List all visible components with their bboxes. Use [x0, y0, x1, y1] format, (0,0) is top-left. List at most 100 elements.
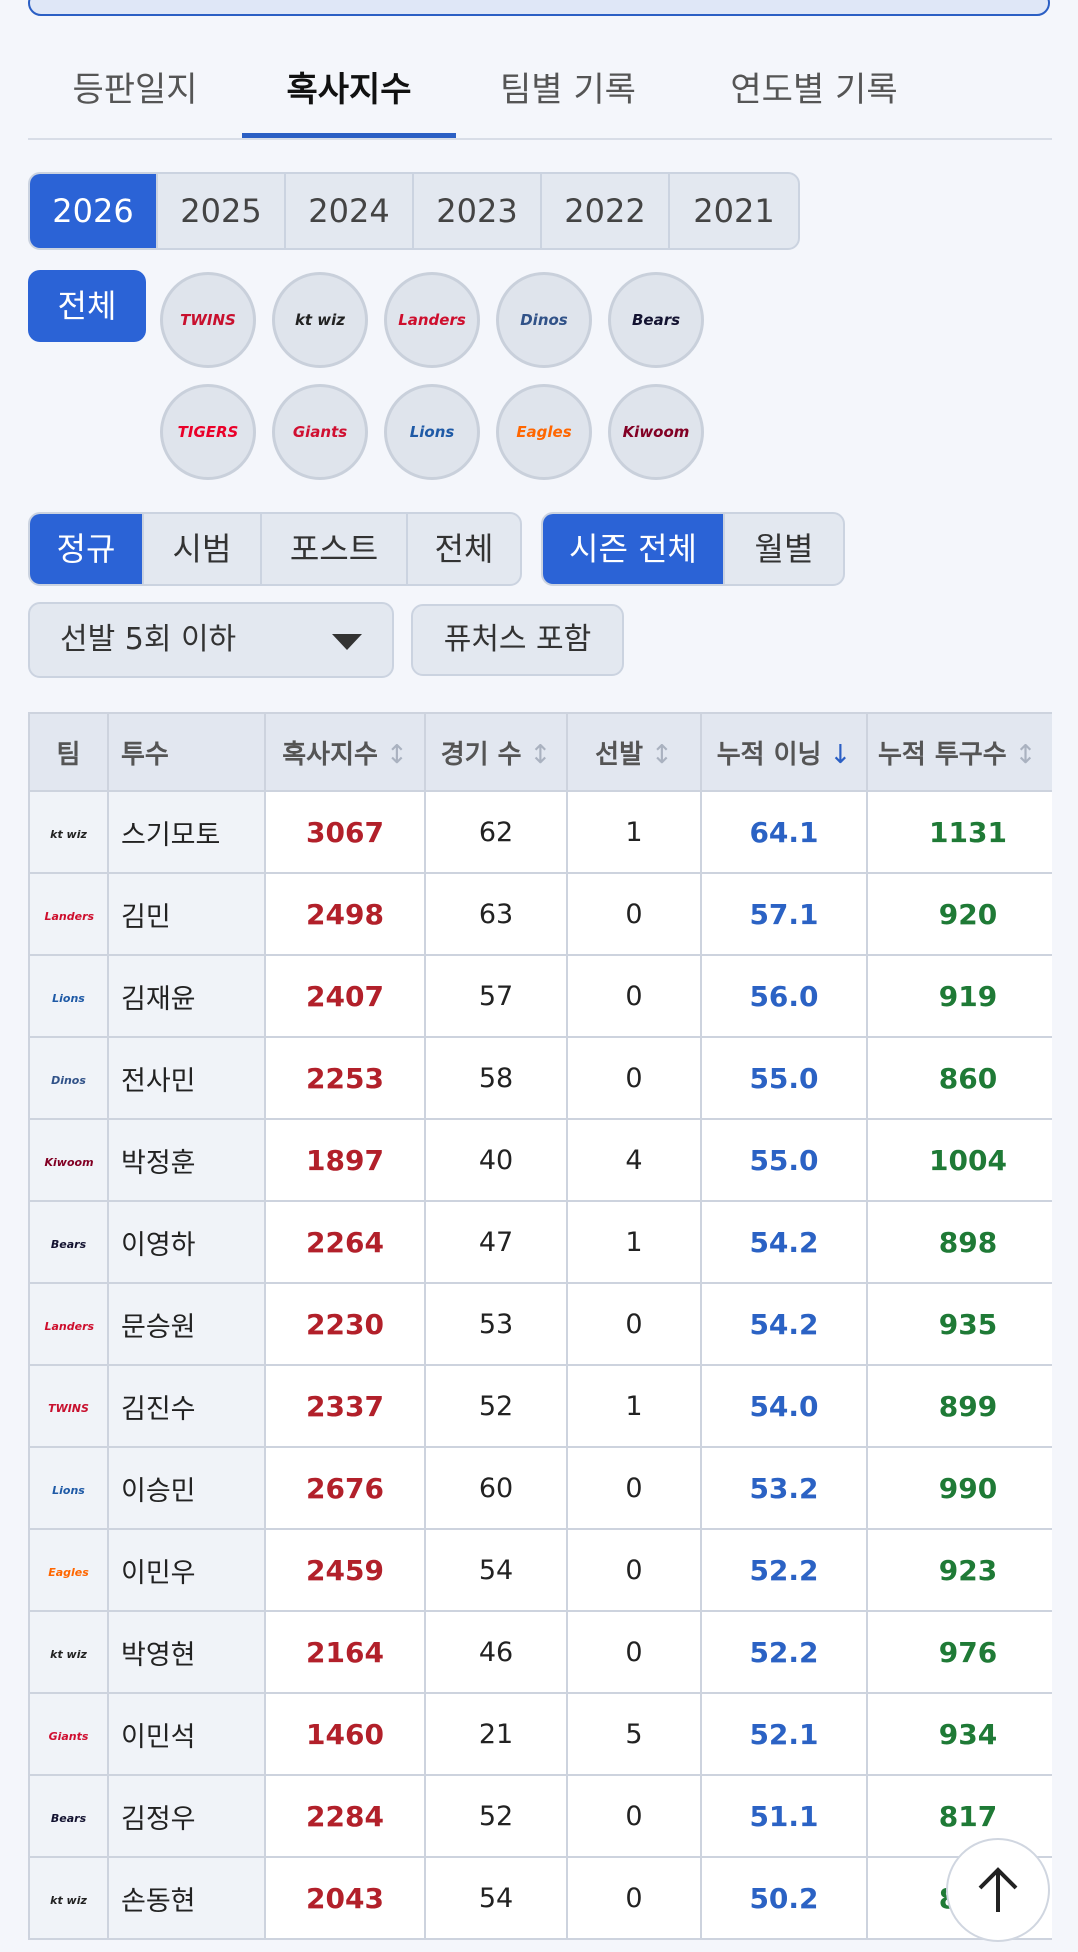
- table-row[interactable]: kt wiz 박영현 2164 46 0 52.2 976: [28, 1610, 1052, 1694]
- twins-logo-icon[interactable]: TWINS: [160, 272, 256, 368]
- year-2021[interactable]: 2021: [670, 174, 798, 248]
- table-row[interactable]: Bears 이영하 2264 47 1 54.2 898: [28, 1200, 1052, 1284]
- cumulative-innings: 54.2: [700, 1200, 868, 1284]
- team-cell: Giants: [28, 1692, 109, 1776]
- team-cell: Bears: [28, 1774, 109, 1858]
- pitcher-name[interactable]: 이승민: [107, 1446, 266, 1530]
- dinos-logo-icon[interactable]: Dinos: [496, 272, 592, 368]
- table-row[interactable]: Landers 문승원 2230 53 0 54.2 935: [28, 1282, 1052, 1366]
- lions-logo-icon[interactable]: Lions: [384, 384, 480, 480]
- sort-icon: ↕: [385, 739, 408, 770]
- kiwoom-logo-icon[interactable]: Kiwoom: [608, 384, 704, 480]
- starts-count: 0: [566, 1282, 702, 1366]
- starts-count: 4: [566, 1118, 702, 1202]
- pitcher-name[interactable]: 김정우: [107, 1774, 266, 1858]
- game-type-exhibition[interactable]: 시범: [144, 514, 262, 584]
- games-count: 62: [424, 790, 568, 874]
- futures-toggle-button[interactable]: 퓨처스 포함: [411, 604, 624, 676]
- team-logo-icon: Eagles: [48, 1565, 89, 1579]
- starts-count: 0: [566, 1856, 702, 1940]
- pitcher-name[interactable]: 이민우: [107, 1528, 266, 1612]
- tigers-logo-icon[interactable]: TIGERS: [160, 384, 256, 480]
- year-2023[interactable]: 2023: [414, 174, 542, 248]
- header-team: 팀: [28, 712, 109, 792]
- cumulative-innings: 53.2: [700, 1446, 868, 1530]
- pitcher-name[interactable]: 이영하: [107, 1200, 266, 1284]
- table-row[interactable]: Bears 김정우 2284 52 0 51.1 817: [28, 1774, 1052, 1858]
- header-starts[interactable]: 선발 ↕: [566, 712, 702, 792]
- starts-count: 0: [566, 1528, 702, 1612]
- pitcher-name[interactable]: 이민석: [107, 1692, 266, 1776]
- tab-team-records[interactable]: 팀별 기록: [456, 62, 680, 138]
- header-index[interactable]: 혹사지수 ↕: [264, 712, 426, 792]
- table-row[interactable]: Landers 김민 2498 63 0 57.1 920: [28, 872, 1052, 956]
- table-row[interactable]: kt wiz손동현204354050.2831: [28, 1856, 1052, 1940]
- cumulative-innings: 52.1: [700, 1692, 868, 1776]
- team-cell: Landers: [28, 872, 109, 956]
- header-games[interactable]: 경기 수 ↕: [424, 712, 568, 792]
- team-logo-icon: Bears: [50, 1811, 87, 1825]
- overuse-index: 2459: [264, 1528, 426, 1612]
- game-type-post[interactable]: 포스트: [262, 514, 408, 584]
- landers-logo-icon[interactable]: Landers: [384, 272, 480, 368]
- period-monthly[interactable]: 월별: [725, 514, 843, 584]
- cumulative-innings: 56.0: [700, 954, 868, 1038]
- overuse-index: 2284: [264, 1774, 426, 1858]
- year-2026[interactable]: 2026: [30, 174, 158, 248]
- table-row[interactable]: Lions 김재윤 2407 57 0 56.0 919: [28, 954, 1052, 1038]
- cumulative-pitches: 919: [866, 954, 1052, 1038]
- table-row[interactable]: TWINS 김진수 2337 52 1 54.0 899: [28, 1364, 1052, 1448]
- giants-logo-icon[interactable]: Giants: [272, 384, 368, 480]
- cumulative-pitches: 860: [866, 1036, 1052, 1120]
- start-filter-dropdown[interactable]: 선발 5회 이하: [28, 602, 394, 678]
- pitcher-name[interactable]: 스기모토: [107, 790, 266, 874]
- cumulative-innings: 52.2: [700, 1610, 868, 1694]
- table-row[interactable]: Dinos 전사민 2253 58 0 55.0 860: [28, 1036, 1052, 1120]
- tab-overuse-index[interactable]: 혹사지수: [242, 62, 456, 138]
- pitcher-name[interactable]: 박영현: [107, 1610, 266, 1694]
- tab-yearly-records[interactable]: 연도별 기록: [680, 62, 948, 138]
- game-type-regular[interactable]: 정규: [30, 514, 144, 584]
- tab-pitching-log[interactable]: 등판일지: [28, 62, 242, 138]
- pitcher-name[interactable]: 손동현: [107, 1856, 266, 1940]
- cumulative-innings: 51.1: [700, 1774, 868, 1858]
- year-2024[interactable]: 2024: [286, 174, 414, 248]
- table-row[interactable]: Giants 이민석 1460 21 5 52.1 934: [28, 1692, 1052, 1776]
- team-cell: Dinos: [28, 1036, 109, 1120]
- cumulative-innings: 64.1: [700, 790, 868, 874]
- table-row[interactable]: Lions 이승민 2676 60 0 53.2 990: [28, 1446, 1052, 1530]
- cumulative-pitches: 899: [866, 1364, 1052, 1448]
- period-season[interactable]: 시즌 전체: [543, 514, 725, 584]
- pitcher-name[interactable]: 문승원: [107, 1282, 266, 1366]
- overuse-index: 2043: [264, 1856, 426, 1940]
- starts-count: 0: [566, 954, 702, 1038]
- bears-logo-icon[interactable]: Bears: [608, 272, 704, 368]
- pitcher-name[interactable]: 박정훈: [107, 1118, 266, 1202]
- year-2025[interactable]: 2025: [158, 174, 286, 248]
- cumulative-innings: 54.2: [700, 1282, 868, 1366]
- pitcher-name[interactable]: 전사민: [107, 1036, 266, 1120]
- table-row[interactable]: Eagles 이민우 2459 54 0 52.2 923: [28, 1528, 1052, 1612]
- overuse-index: 3067: [264, 790, 426, 874]
- overuse-index: 2676: [264, 1446, 426, 1530]
- team-cell: Eagles: [28, 1528, 109, 1612]
- pitcher-name[interactable]: 김진수: [107, 1364, 266, 1448]
- pitcher-name[interactable]: 김민: [107, 872, 266, 956]
- table-row[interactable]: kt wiz 스기모토 3067 62 1 64.1 1131: [28, 790, 1052, 874]
- games-count: 63: [424, 872, 568, 956]
- game-type-all[interactable]: 전체: [408, 514, 520, 584]
- header-pitches[interactable]: 누적 투구수 ↕: [866, 712, 1052, 792]
- games-count: 46: [424, 1610, 568, 1694]
- ktwiz-logo-icon[interactable]: kt wiz: [272, 272, 368, 368]
- year-2022[interactable]: 2022: [542, 174, 670, 248]
- team-cell: Kiwoom: [28, 1118, 109, 1202]
- scroll-top-button[interactable]: [946, 1838, 1050, 1942]
- main-tabs: 등판일지 혹사지수 팀별 기록 연도별 기록: [28, 62, 1052, 140]
- pitcher-name[interactable]: 김재윤: [107, 954, 266, 1038]
- eagles-logo-icon[interactable]: Eagles: [496, 384, 592, 480]
- table-row[interactable]: Kiwoom 박정훈 1897 40 4 55.0 1004: [28, 1118, 1052, 1202]
- all-teams-button[interactable]: 전체: [28, 270, 146, 342]
- sort-down-icon: ↓: [829, 739, 852, 770]
- header-innings[interactable]: 누적 이닝 ↓: [700, 712, 868, 792]
- starts-count: 0: [566, 1610, 702, 1694]
